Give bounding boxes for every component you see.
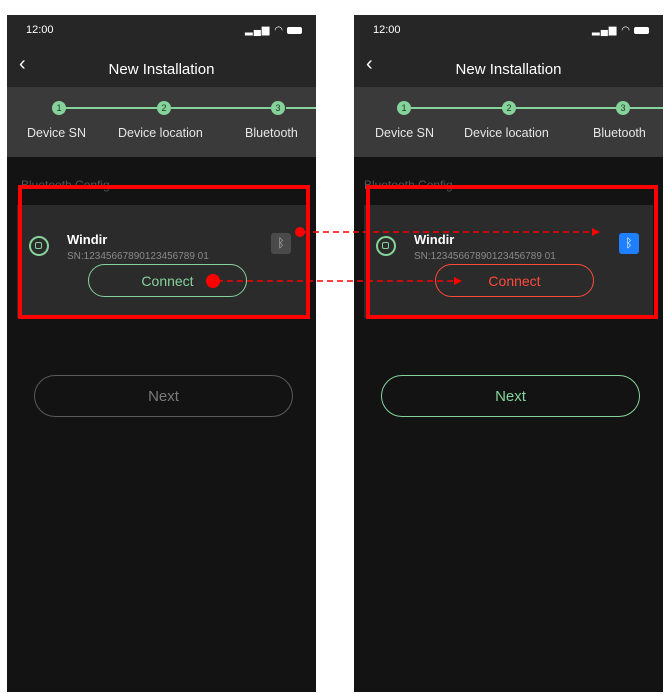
annotation-arrows: [206, 227, 600, 288]
bluetooth-arrow-start-dot: [295, 227, 305, 237]
connect-arrow-start-dot: [206, 274, 220, 288]
